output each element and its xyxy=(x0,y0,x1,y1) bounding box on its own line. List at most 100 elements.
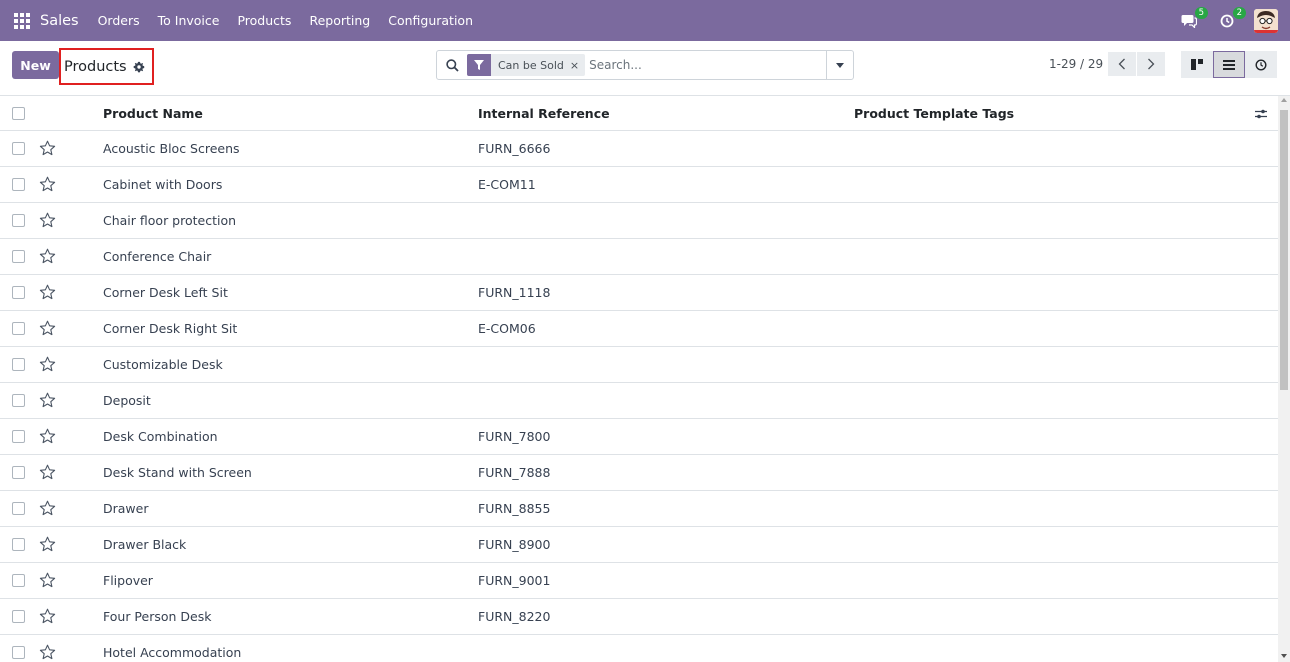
product-name-cell[interactable]: Customizable Desk xyxy=(103,357,223,372)
star-icon[interactable] xyxy=(39,248,56,265)
row-checkbox[interactable] xyxy=(12,430,25,443)
pager-next-button[interactable] xyxy=(1137,52,1165,76)
internal-reference-cell[interactable]: E-COM06 xyxy=(478,321,536,336)
scroll-up-arrow-icon[interactable] xyxy=(1281,98,1287,102)
product-name-cell[interactable]: Corner Desk Left Sit xyxy=(103,285,228,300)
column-header-internal-reference[interactable]: Internal Reference xyxy=(478,106,610,121)
star-icon[interactable] xyxy=(39,140,56,157)
row-checkbox[interactable] xyxy=(12,646,25,659)
internal-reference-cell[interactable]: FURN_6666 xyxy=(478,141,550,156)
internal-reference-cell[interactable]: FURN_8855 xyxy=(478,501,550,516)
pager-value[interactable]: 1-29 / 29 xyxy=(1049,57,1103,71)
table-row[interactable]: Drawer FURN_8855 xyxy=(0,491,1278,527)
app-name[interactable]: Sales xyxy=(40,13,79,29)
row-checkbox[interactable] xyxy=(12,574,25,587)
table-row[interactable]: Drawer Black FURN_8900 xyxy=(0,527,1278,563)
row-checkbox[interactable] xyxy=(12,358,25,371)
gear-icon[interactable] xyxy=(133,61,145,73)
list-scrollbar[interactable] xyxy=(1278,96,1290,662)
optional-columns-icon[interactable] xyxy=(1254,107,1268,121)
internal-reference-cell[interactable]: FURN_7888 xyxy=(478,465,550,480)
list-view-button[interactable] xyxy=(1213,51,1245,78)
menu-item-orders[interactable]: Orders xyxy=(89,0,149,41)
table-row[interactable]: Deposit xyxy=(0,383,1278,419)
search-input[interactable] xyxy=(589,58,820,72)
product-name-cell[interactable]: Desk Combination xyxy=(103,429,218,444)
facet-remove-icon[interactable]: × xyxy=(570,59,585,72)
table-row[interactable]: Desk Stand with Screen FURN_7888 xyxy=(0,455,1278,491)
product-name-cell[interactable]: Deposit xyxy=(103,393,151,408)
internal-reference-cell[interactable]: FURN_1118 xyxy=(478,285,550,300)
row-checkbox[interactable] xyxy=(12,142,25,155)
star-icon[interactable] xyxy=(39,644,56,661)
menu-item-configuration[interactable]: Configuration xyxy=(379,0,482,41)
product-name-cell[interactable]: Acoustic Bloc Screens xyxy=(103,141,240,156)
table-row[interactable]: Flipover FURN_9001 xyxy=(0,563,1278,599)
row-checkbox[interactable] xyxy=(12,610,25,623)
row-checkbox[interactable] xyxy=(12,250,25,263)
star-icon[interactable] xyxy=(39,608,56,625)
row-checkbox[interactable] xyxy=(12,394,25,407)
row-checkbox[interactable] xyxy=(12,178,25,191)
product-name-cell[interactable]: Four Person Desk xyxy=(103,609,211,624)
select-all-checkbox[interactable] xyxy=(12,106,25,120)
scrollbar-thumb[interactable] xyxy=(1280,110,1288,390)
new-button[interactable]: New xyxy=(12,51,59,79)
star-icon[interactable] xyxy=(39,428,56,445)
page-title[interactable]: Products xyxy=(64,59,127,75)
internal-reference-cell[interactable]: FURN_8900 xyxy=(478,537,550,552)
apps-grid-icon[interactable] xyxy=(14,12,30,29)
table-row[interactable]: Hotel Accommodation xyxy=(0,635,1278,662)
table-row[interactable]: Chair floor protection xyxy=(0,203,1278,239)
star-icon[interactable] xyxy=(39,500,56,517)
table-row[interactable]: Customizable Desk xyxy=(0,347,1278,383)
star-icon[interactable] xyxy=(39,536,56,553)
activities-button[interactable]: 2 xyxy=(1216,6,1246,32)
star-icon[interactable] xyxy=(39,320,56,337)
table-row[interactable]: Four Person Desk FURN_8220 xyxy=(0,599,1278,635)
internal-reference-cell[interactable]: E-COM11 xyxy=(478,177,536,192)
star-icon[interactable] xyxy=(39,356,56,373)
user-avatar[interactable] xyxy=(1254,8,1278,33)
product-name-cell[interactable]: Chair floor protection xyxy=(103,213,236,228)
table-row[interactable]: Cabinet with Doors E-COM11 xyxy=(0,167,1278,203)
product-name-cell[interactable]: Conference Chair xyxy=(103,249,211,264)
product-name-cell[interactable]: Cabinet with Doors xyxy=(103,177,222,192)
column-header-product-name[interactable]: Product Name xyxy=(103,106,203,121)
row-checkbox[interactable] xyxy=(12,466,25,479)
product-name-cell[interactable]: Hotel Accommodation xyxy=(103,645,241,660)
table-row[interactable]: Corner Desk Left Sit FURN_1118 xyxy=(0,275,1278,311)
menu-item-products[interactable]: Products xyxy=(228,0,300,41)
kanban-view-button[interactable] xyxy=(1181,51,1213,78)
table-row[interactable]: Corner Desk Right Sit E-COM06 xyxy=(0,311,1278,347)
product-name-cell[interactable]: Flipover xyxy=(103,573,153,588)
star-icon[interactable] xyxy=(39,464,56,481)
internal-reference-cell[interactable]: FURN_7800 xyxy=(478,429,550,444)
messages-button[interactable]: 5 xyxy=(1178,6,1208,32)
product-name-cell[interactable]: Drawer xyxy=(103,501,148,516)
table-row[interactable]: Desk Combination FURN_7800 xyxy=(0,419,1278,455)
star-icon[interactable] xyxy=(39,176,56,193)
menu-item-reporting[interactable]: Reporting xyxy=(300,0,379,41)
menu-item-to-invoice[interactable]: To Invoice xyxy=(149,0,229,41)
row-checkbox[interactable] xyxy=(12,214,25,227)
star-icon[interactable] xyxy=(39,212,56,229)
product-name-cell[interactable]: Drawer Black xyxy=(103,537,186,552)
column-header-product-template-tags[interactable]: Product Template Tags xyxy=(854,106,1014,121)
search-options-toggle[interactable] xyxy=(826,51,853,79)
product-name-cell[interactable]: Desk Stand with Screen xyxy=(103,465,252,480)
row-checkbox[interactable] xyxy=(12,538,25,551)
internal-reference-cell[interactable]: FURN_9001 xyxy=(478,573,550,588)
search-icon[interactable] xyxy=(437,51,467,79)
star-icon[interactable] xyxy=(39,572,56,589)
activity-view-button[interactable] xyxy=(1245,51,1277,78)
scroll-down-arrow-icon[interactable] xyxy=(1281,654,1287,658)
product-name-cell[interactable]: Corner Desk Right Sit xyxy=(103,321,237,336)
row-checkbox[interactable] xyxy=(12,286,25,299)
table-row[interactable]: Conference Chair xyxy=(0,239,1278,275)
row-checkbox[interactable] xyxy=(12,322,25,335)
row-checkbox[interactable] xyxy=(12,502,25,515)
pager-previous-button[interactable] xyxy=(1108,52,1136,76)
table-row[interactable]: Acoustic Bloc Screens FURN_6666 xyxy=(0,131,1278,167)
star-icon[interactable] xyxy=(39,284,56,301)
